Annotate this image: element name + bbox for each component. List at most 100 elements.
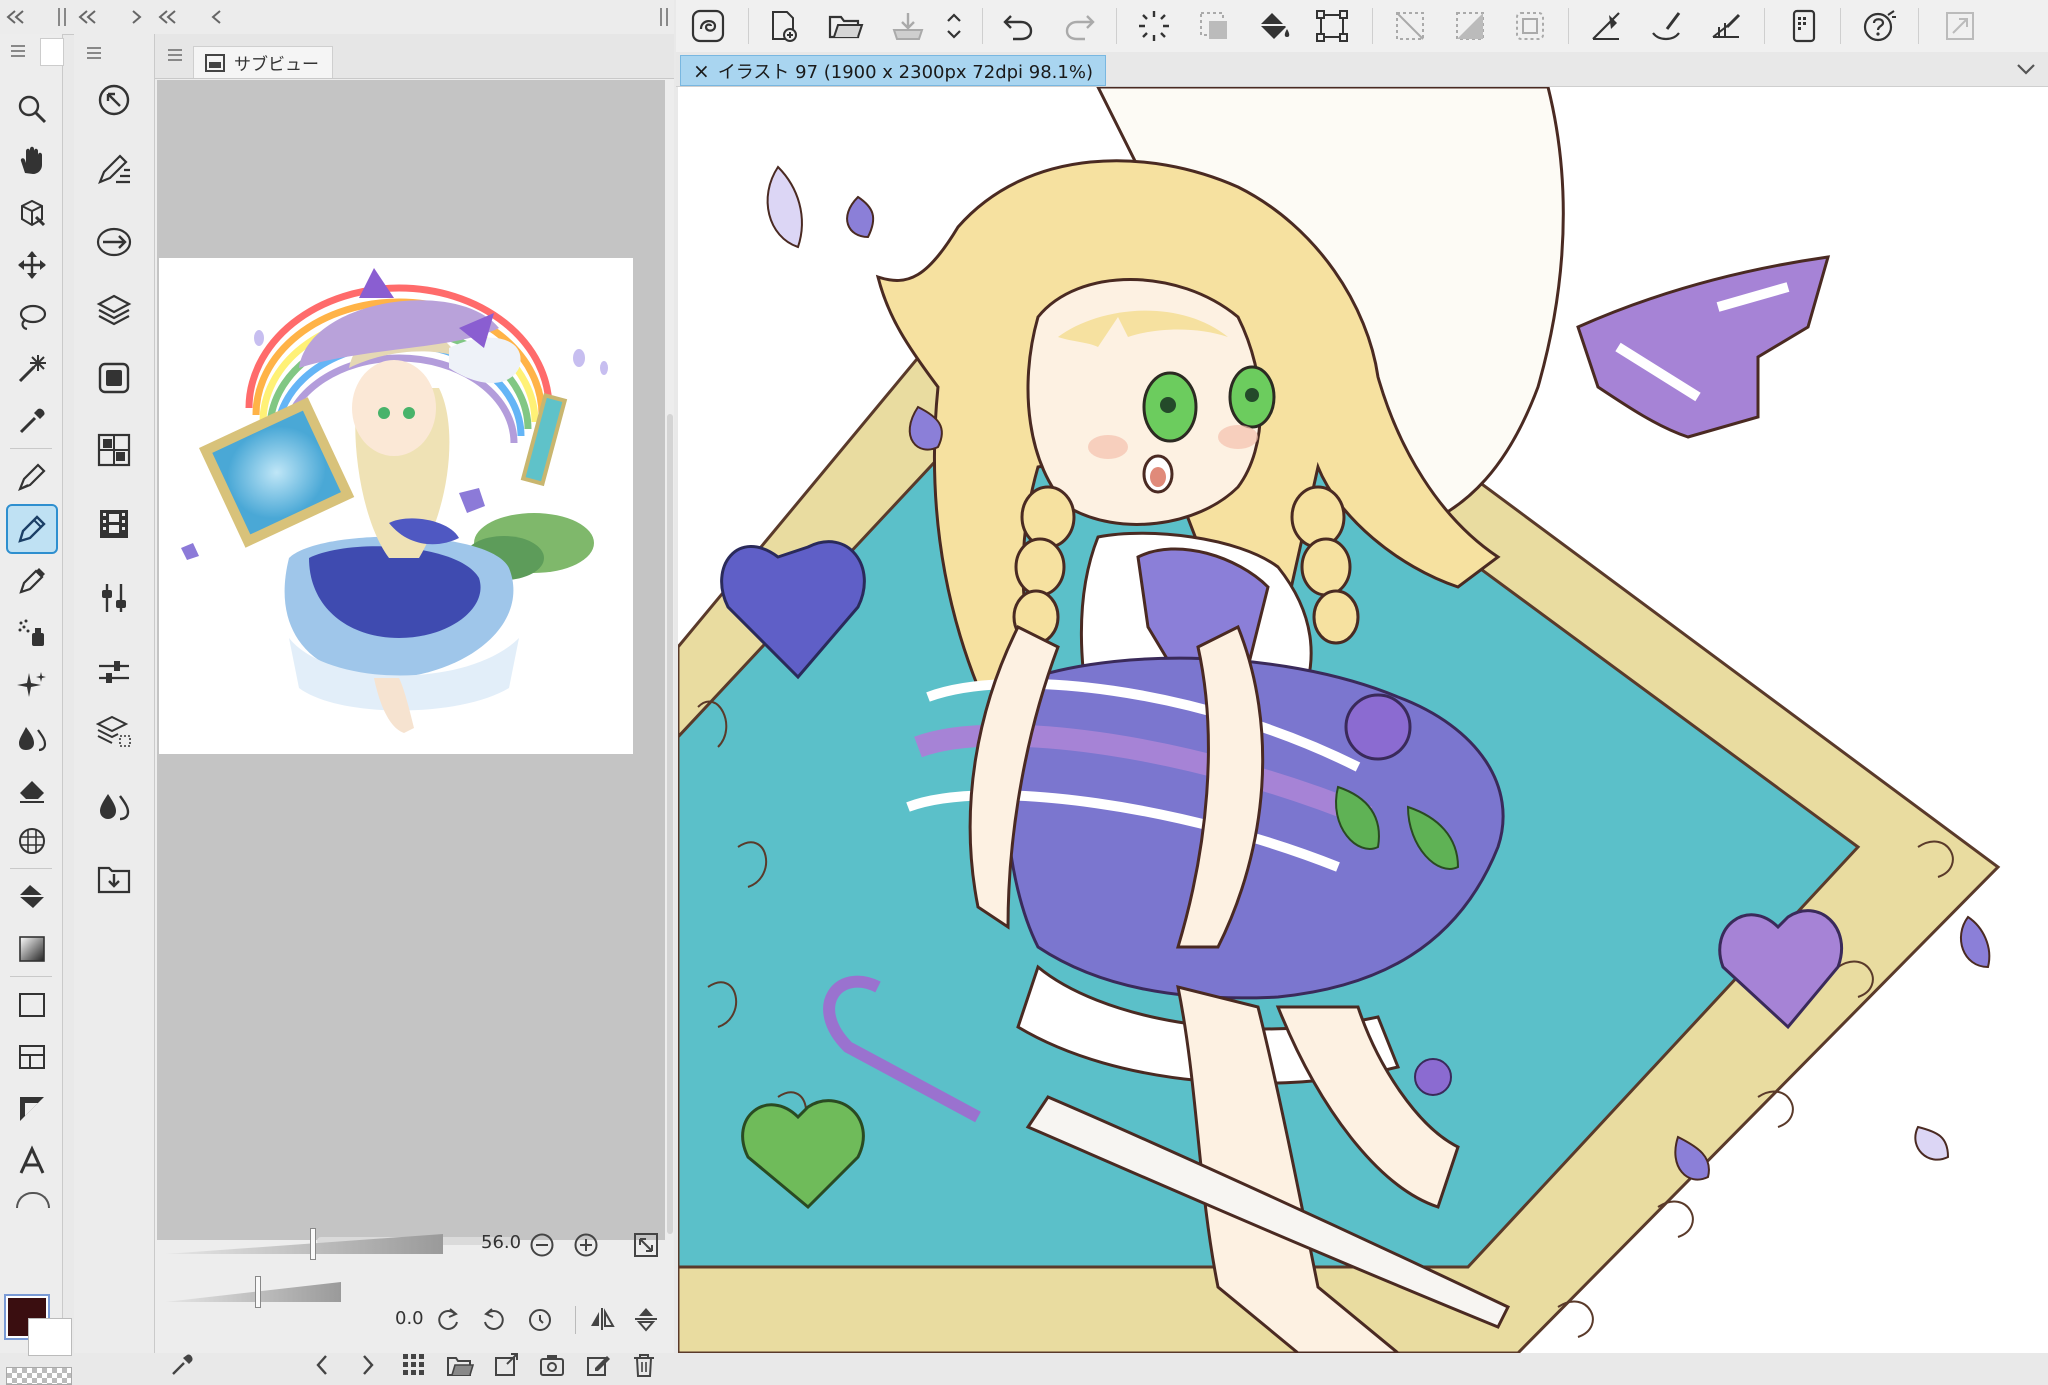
chevron-left-icon[interactable] [210, 8, 224, 26]
gradient-icon[interactable] [8, 926, 56, 972]
sub-view-menu-icon[interactable] [167, 48, 183, 62]
collapse-palette-icon[interactable] [76, 8, 100, 26]
ruler-tool-icon[interactable] [8, 1086, 56, 1132]
rotate-right-icon[interactable] [479, 1304, 509, 1334]
flip-horizontal-icon[interactable] [587, 1304, 617, 1334]
material-icon[interactable] [88, 352, 140, 404]
pencil-icon[interactable] [8, 558, 56, 604]
bucket-icon[interactable] [8, 874, 56, 920]
rotate-slider[interactable] [165, 1276, 341, 1308]
panel-grip-right-icon[interactable] [658, 6, 670, 28]
brush-ruler-icon[interactable] [1646, 6, 1686, 46]
eraser-icon[interactable] [8, 766, 56, 812]
deselect-dots-icon[interactable] [1134, 6, 1174, 46]
flip-vertical-icon[interactable] [631, 1304, 661, 1334]
layer-search-icon[interactable] [88, 706, 140, 758]
sub-view-area[interactable] [157, 80, 665, 1245]
image-icon [204, 53, 226, 73]
pen-icon[interactable] [8, 454, 56, 500]
sub-view-vertical-scrollbar[interactable] [667, 414, 673, 1234]
up-down-arrows-icon[interactable] [934, 6, 974, 46]
sub-color-swatch[interactable] [28, 1318, 72, 1356]
grid-palette-icon[interactable] [88, 424, 140, 476]
droplet-icon[interactable] [88, 780, 140, 832]
marker-icon[interactable] [6, 504, 58, 554]
panel-grip-icon[interactable] [56, 6, 68, 28]
zoom-in-icon[interactable] [571, 1230, 601, 1260]
invert-selection-icon[interactable] [1390, 6, 1430, 46]
balloon-icon[interactable] [16, 1192, 50, 1208]
help-icon[interactable] [1860, 6, 1900, 46]
clip-studio-icon[interactable] [688, 6, 728, 46]
sub-view-tab-row: サブビュー [155, 34, 674, 79]
text-icon[interactable] [8, 1138, 56, 1184]
transform-icon[interactable] [1312, 6, 1352, 46]
zoom-icon[interactable] [8, 86, 56, 132]
tool-tab[interactable] [40, 38, 64, 66]
expand-palette-icon[interactable] [130, 8, 144, 26]
adjust-icon[interactable] [88, 572, 140, 624]
expand-icon[interactable] [1940, 6, 1980, 46]
navigator-icon[interactable] [88, 74, 140, 126]
tool-palette [0, 34, 72, 1385]
fit-view-icon[interactable] [631, 1230, 661, 1260]
edit-image-icon[interactable] [583, 1350, 613, 1380]
redo-icon[interactable] [1060, 6, 1100, 46]
tab-sub-view[interactable]: サブビュー [193, 46, 333, 78]
cube-icon[interactable] [8, 190, 56, 236]
delete-image-icon[interactable] [629, 1350, 659, 1380]
frame-icon[interactable] [8, 1034, 56, 1080]
tab-document[interactable]: × イラスト 97 (1900 x 2300px 72dpi 98.1%) [680, 55, 1106, 86]
layers-icon[interactable] [88, 284, 140, 336]
clear-selection-icon[interactable] [1194, 6, 1234, 46]
chevron-down-icon[interactable] [2014, 60, 2038, 78]
next-image-icon[interactable] [353, 1350, 383, 1380]
previous-image-icon[interactable] [307, 1350, 337, 1380]
open-folder-icon[interactable] [826, 6, 866, 46]
save-icon[interactable] [888, 6, 928, 46]
perspective-ruler-icon[interactable] [1706, 6, 1746, 46]
brush-palette-icon[interactable] [88, 146, 140, 198]
rotate-value: 0.0 [395, 1308, 424, 1329]
transfer-icon[interactable] [88, 216, 140, 268]
mesh-icon[interactable] [8, 818, 56, 864]
transparent-color-swatch[interactable] [6, 1367, 72, 1385]
move-icon[interactable] [8, 242, 56, 288]
ruler-icon[interactable] [1586, 6, 1626, 46]
reset-rotation-icon[interactable] [525, 1304, 555, 1334]
download-icon[interactable] [88, 852, 140, 904]
select-layer-icon[interactable] [1510, 6, 1550, 46]
import-image-icon[interactable] [445, 1350, 475, 1380]
eyedropper-icon[interactable] [8, 398, 56, 444]
close-tab-icon[interactable]: × [693, 59, 710, 83]
lasso-icon[interactable] [8, 294, 56, 340]
sparkle-icon[interactable] [8, 662, 56, 708]
obtain-color-icon[interactable] [491, 1350, 521, 1380]
sub-view-eyedropper-icon[interactable] [167, 1350, 197, 1380]
rectangle-icon[interactable] [8, 982, 56, 1028]
collapse-left-icon[interactable] [4, 8, 28, 26]
image-list-icon[interactable] [399, 1350, 429, 1380]
palette-menu-icon[interactable] [86, 46, 102, 60]
tool-menu-icon[interactable] [10, 44, 26, 58]
fill-icon[interactable] [1254, 6, 1294, 46]
rotate-left-icon[interactable] [433, 1304, 463, 1334]
reference-image[interactable] [159, 258, 633, 754]
magic-wand-icon[interactable] [8, 346, 56, 392]
left-panel-header [0, 0, 674, 35]
zoom-out-icon[interactable] [527, 1230, 557, 1260]
gradient-selection-icon[interactable] [1450, 6, 1490, 46]
blend-icon[interactable] [8, 714, 56, 760]
command-bar [676, 0, 2048, 53]
film-icon[interactable] [88, 498, 140, 550]
device-icon[interactable] [1784, 6, 1824, 46]
slider-icon[interactable] [88, 646, 140, 698]
camera-icon[interactable] [537, 1350, 567, 1380]
zoom-slider[interactable] [165, 1228, 443, 1260]
hand-icon[interactable] [8, 138, 56, 184]
new-file-icon[interactable] [764, 6, 804, 46]
undo-icon[interactable] [998, 6, 1038, 46]
drawing-canvas[interactable] [678, 87, 2048, 1353]
collapse-subview-icon[interactable] [156, 8, 180, 26]
airbrush-icon[interactable] [8, 610, 56, 656]
